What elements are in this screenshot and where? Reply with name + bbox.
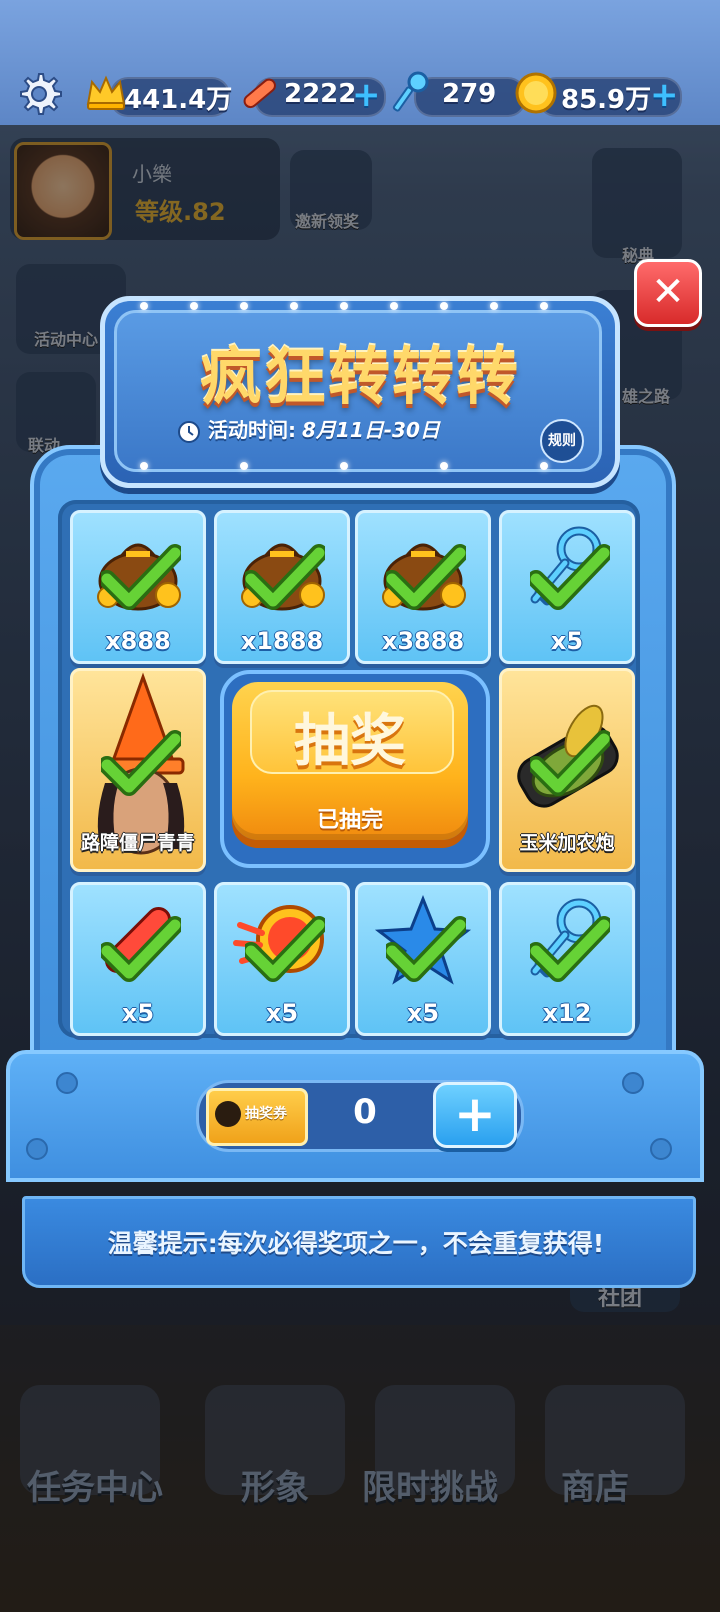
draw-status: 已抽完: [316, 808, 383, 833]
prize-qty: x12: [542, 999, 592, 1027]
prize-qty: x5: [406, 999, 440, 1027]
crown-icon: [86, 75, 126, 110]
prize-cell: x888: [70, 510, 206, 664]
check-icon: [245, 915, 325, 985]
hoverboard-value: 2222: [284, 79, 357, 109]
key-value: 279: [442, 79, 497, 109]
prize-name: 玉米加农炮: [519, 832, 615, 854]
ticket-count: 0: [353, 1092, 377, 1132]
tip-text: 温馨提示:每次必得奖项之一，不会重复获得!: [107, 1229, 605, 1258]
rules-button[interactable]: 规则: [540, 419, 584, 463]
marquee-bulb: [440, 302, 448, 310]
prize-qty: x5: [121, 999, 155, 1027]
check-icon: [386, 543, 466, 613]
marquee-bulb: [540, 462, 548, 470]
prize-qty: x1888: [240, 627, 324, 655]
marquee-bulb: [540, 302, 548, 310]
prize-cell: x12: [499, 882, 635, 1036]
runner-icon: [215, 1101, 241, 1127]
prize-cell: x5: [214, 882, 350, 1036]
coin-value: 85.9万: [561, 85, 652, 115]
screw: [622, 1072, 644, 1094]
marquee-bulb: [240, 462, 248, 470]
event-time-label: 活动时间:: [208, 418, 296, 442]
screw: [56, 1072, 78, 1094]
prize-cell: x5: [70, 882, 206, 1036]
screw: [26, 1138, 48, 1160]
close-button[interactable]: ✕: [634, 259, 702, 327]
check-icon: [386, 915, 466, 985]
coin-icon: [515, 72, 557, 114]
prize-qty: x888: [105, 627, 171, 655]
ticket-label: 抽奖券: [245, 1106, 287, 1122]
check-icon: [530, 543, 610, 613]
prize-cell-character: 路障僵尸青青: [70, 668, 206, 872]
gear-icon[interactable]: [15, 70, 63, 118]
check-icon: [101, 729, 181, 799]
check-icon: [245, 543, 325, 613]
check-icon: [101, 543, 181, 613]
add-ticket-button[interactable]: +: [433, 1082, 517, 1148]
prize-cell: x5: [499, 510, 635, 664]
hoverboard-icon: [243, 78, 276, 109]
marquee-bulb: [440, 462, 448, 470]
marquee-bulb: [140, 462, 148, 470]
marquee-bulb: [140, 302, 148, 310]
screw: [650, 1138, 672, 1160]
check-icon: [530, 729, 610, 799]
prize-cell: x5: [355, 882, 491, 1036]
marquee-bulb: [190, 302, 198, 310]
marquee-bulb: [240, 302, 248, 310]
marquee-bulb: [340, 302, 348, 310]
key-icon: [392, 71, 429, 112]
marquee-bulb: [290, 302, 298, 310]
draw-button-label: 抽奖: [294, 709, 406, 774]
prize-cell: x1888: [214, 510, 350, 664]
check-icon: [530, 915, 610, 985]
lottery-ticket-icon: 抽奖券: [206, 1088, 308, 1146]
check-icon: [101, 915, 181, 985]
event-time-value: 8月11日-30日: [302, 418, 440, 442]
crown-value: 441.4万: [124, 85, 233, 115]
event-title: 疯狂转转转: [199, 340, 520, 413]
marquee-bulb: [340, 462, 348, 470]
prize-qty: x5: [265, 999, 299, 1027]
prize-cell-vehicle: 玉米加农炮: [499, 668, 635, 872]
clock-icon: [178, 421, 200, 443]
hoverboard-plus-button[interactable]: +: [352, 78, 381, 112]
prize-qty: x3888: [381, 627, 465, 655]
coin-plus-button[interactable]: +: [650, 78, 679, 112]
marquee-bulb: [490, 302, 498, 310]
marquee-bulb: [390, 302, 398, 310]
prize-qty: x5: [550, 627, 584, 655]
prize-name: 路障僵尸青青: [80, 832, 195, 854]
prize-cell: x3888: [355, 510, 491, 664]
